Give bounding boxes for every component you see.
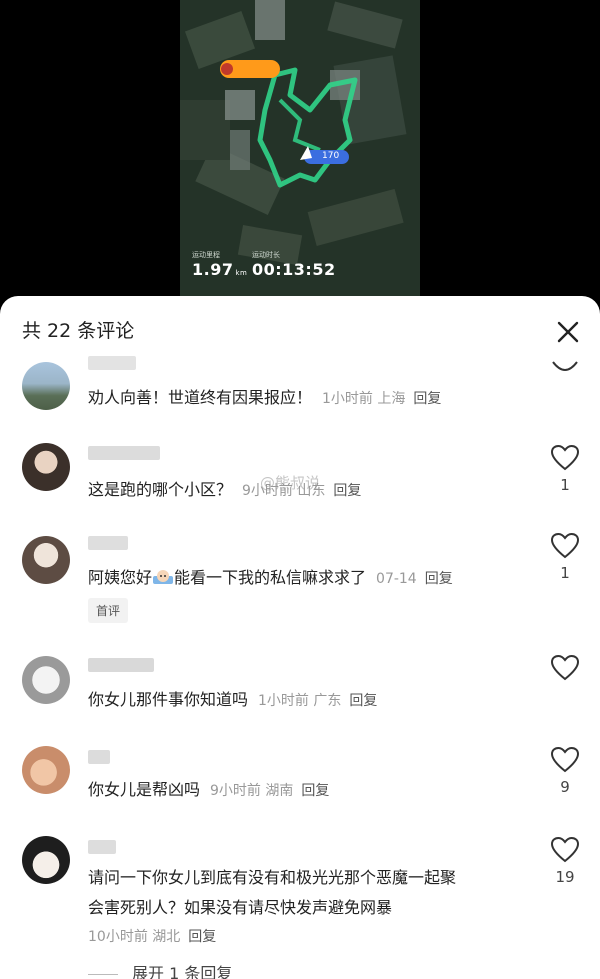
comment-text: 你女儿是帮凶吗 9小时前 湖南 回复 xyxy=(88,780,330,799)
run-map-video[interactable]: 运动里程 1.97 km 运动时长 00:13:52 170 xyxy=(180,0,420,300)
reply-button[interactable]: 回复 xyxy=(413,391,441,407)
avatar[interactable] xyxy=(22,656,70,704)
like-count: 1 xyxy=(560,476,570,494)
username-blurred[interactable] xyxy=(88,446,160,460)
comment-item: 请问一下你女儿到底有没有和极光光那个恶魔一起聚 会害死别人？如果没有请尽快发声避… xyxy=(0,830,600,960)
like-count: 1 xyxy=(560,564,570,582)
comment-item: 你女儿那件事你知道吗 1小时前 广东 回复 xyxy=(0,650,600,730)
heart-icon xyxy=(550,444,580,471)
distance-stat: 运动里程 1.97 km xyxy=(192,250,247,279)
like-button[interactable] xyxy=(550,360,580,380)
heart-icon xyxy=(550,532,580,559)
expand-divider xyxy=(88,974,118,975)
distance-label: 运动里程 xyxy=(192,251,220,259)
username-blurred[interactable] xyxy=(88,356,136,370)
comment-text: 这是跑的哪个小区？ 9小时前 山东 回复 xyxy=(88,480,362,499)
like-count: 19 xyxy=(555,868,575,886)
comment-item: 劝人向善！世道终有因果报应！ 1小时前 上海 回复 xyxy=(0,346,600,416)
heart-icon xyxy=(550,836,580,863)
comment-text-line2: 会害死别人？如果没有请尽快发声避免网暴 xyxy=(88,898,393,917)
comment-text: 你女儿那件事你知道吗 1小时前 广东 回复 xyxy=(88,690,378,709)
heart-icon xyxy=(552,361,578,371)
screen: 运动里程 1.97 km 运动时长 00:13:52 170 共 22 条评论 劝… xyxy=(0,0,600,979)
avatar[interactable] xyxy=(22,536,70,584)
first-comment-badge: 首评 xyxy=(88,598,129,623)
route-marker-label: 170 xyxy=(322,151,340,161)
heart-icon xyxy=(550,654,580,681)
avatar[interactable] xyxy=(22,362,70,410)
reply-button[interactable]: 回复 xyxy=(188,929,216,945)
like-button[interactable] xyxy=(550,444,580,476)
close-button[interactable] xyxy=(552,316,584,348)
like-button[interactable] xyxy=(550,654,580,686)
like-button[interactable] xyxy=(550,836,580,868)
reply-button[interactable]: 回复 xyxy=(333,483,361,499)
comment-item: 阿姨您好 能看一下我的私信嘛求求了 07-14 回复 首评 1 xyxy=(0,528,600,628)
username-blurred[interactable] xyxy=(88,840,116,854)
username-blurred[interactable] xyxy=(88,658,154,672)
reply-button[interactable]: 回复 xyxy=(349,693,377,709)
like-count: 9 xyxy=(560,778,570,796)
comment-text: 阿姨您好 能看一下我的私信嘛求求了 07-14 回复 xyxy=(88,568,453,587)
comment-meta: 07-14 回复 xyxy=(376,571,453,587)
username-blurred[interactable] xyxy=(88,750,110,764)
avatar[interactable] xyxy=(22,836,70,884)
comment-meta: 1小时前 上海 回复 xyxy=(322,391,442,407)
comment-meta: 9小时前 湖南 回复 xyxy=(210,783,330,799)
like-button[interactable] xyxy=(550,532,580,564)
comment-meta: 1小时前 广东 回复 xyxy=(258,693,378,709)
duration-label: 运动时长 xyxy=(252,251,280,259)
reply-button[interactable]: 回复 xyxy=(301,783,329,799)
watermark: @熊叔说 xyxy=(260,474,321,492)
comment-meta: 10小时前 湖北 回复 xyxy=(88,929,217,945)
distance-value: 1.97 km xyxy=(192,260,248,279)
expand-label: 展开 1 条回复 xyxy=(132,964,233,979)
comment-text-line1: 请问一下你女儿到底有没有和极光光那个恶魔一起聚 xyxy=(88,868,457,887)
comment-text: 劝人向善！世道终有因果报应！ 1小时前 上海 回复 xyxy=(88,388,442,407)
avatar[interactable] xyxy=(22,746,70,794)
comments-sheet: 共 22 条评论 劝人向善！世道终有因果报应！ 1小时前 上海 回复 这是跑的哪… xyxy=(0,296,600,979)
like-button[interactable] xyxy=(550,746,580,778)
reply-button[interactable]: 回复 xyxy=(425,571,453,587)
expand-replies-button[interactable]: 展开 1 条回复 xyxy=(88,960,232,979)
avatar[interactable] xyxy=(22,443,70,491)
emoji-icon xyxy=(153,570,174,584)
heart-icon xyxy=(550,746,580,773)
comment-item: 你女儿是帮凶吗 9小时前 湖南 回复 9 xyxy=(0,740,600,820)
duration-stat: 运动时长 00:13:52 xyxy=(252,250,336,279)
close-icon xyxy=(557,321,579,343)
duration-value: 00:13:52 xyxy=(252,260,336,279)
username-blurred[interactable] xyxy=(88,536,128,550)
comment-count-title: 共 22 条评论 xyxy=(22,320,135,342)
